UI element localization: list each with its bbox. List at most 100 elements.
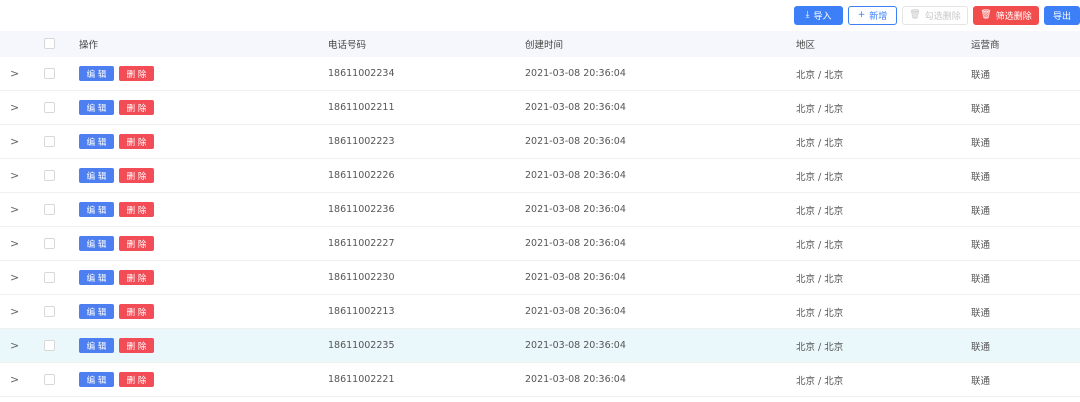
- cell-carrier: 联通: [971, 171, 991, 183]
- row-checkbox[interactable]: [44, 306, 55, 317]
- row-actions: 编 辑删 除: [79, 270, 154, 285]
- chevron-right-icon[interactable]: >: [10, 272, 20, 283]
- row-checkbox[interactable]: [44, 136, 55, 147]
- delete-button[interactable]: 删 除: [119, 338, 154, 353]
- data-table: 操作 电话号码 创建时间 地区 运营商 > 编 辑删 除 18611002234 20…: [0, 31, 1080, 397]
- cell-phone: 18611002221: [328, 374, 395, 385]
- row-actions: 编 辑删 除: [79, 66, 154, 81]
- edit-button[interactable]: 编 辑: [79, 372, 114, 387]
- cell-region: 北京 / 北京: [796, 375, 844, 387]
- header-region[interactable]: 地区: [796, 37, 815, 51]
- row-checkbox[interactable]: [44, 204, 55, 215]
- row-checkbox[interactable]: [44, 238, 55, 249]
- row-actions: 编 辑删 除: [79, 236, 154, 251]
- table-row[interactable]: > 编 辑删 除 18611002226 2021-03-08 20:36:04 北京 …: [0, 159, 1080, 193]
- delete-button[interactable]: 删 除: [119, 100, 154, 115]
- table-row[interactable]: > 编 辑删 除 18611002234 2021-03-08 20:36:04 北京 …: [0, 57, 1080, 91]
- cell-created: 2021-03-08 20:36:04: [525, 306, 626, 317]
- cell-carrier: 联通: [971, 137, 991, 149]
- delete-button[interactable]: 删 除: [119, 236, 154, 251]
- chevron-right-icon[interactable]: >: [10, 340, 20, 351]
- header-created[interactable]: 创建时间: [525, 37, 563, 51]
- row-actions: 编 辑删 除: [79, 372, 154, 387]
- table-row[interactable]: > 编 辑删 除 18611002227 2021-03-08 20:36:04 北京 …: [0, 227, 1080, 261]
- row-checkbox[interactable]: [44, 374, 55, 385]
- edit-button[interactable]: 编 辑: [79, 168, 114, 183]
- cell-created: 2021-03-08 20:36:04: [525, 238, 626, 249]
- cell-phone: 18611002226: [328, 170, 395, 181]
- cell-phone: 18611002235: [328, 340, 395, 351]
- export-button[interactable]: 导出: [1044, 6, 1080, 25]
- chevron-right-icon[interactable]: >: [10, 102, 20, 113]
- header-carrier[interactable]: 运营商: [971, 37, 1000, 51]
- table-row[interactable]: > 编 辑删 除 18611002223 2021-03-08 20:36:04 北京 …: [0, 125, 1080, 159]
- delete-button[interactable]: 删 除: [119, 66, 154, 81]
- cell-created: 2021-03-08 20:36:04: [525, 374, 626, 385]
- header-ops: 操作: [79, 40, 99, 51]
- chevron-right-icon[interactable]: >: [10, 306, 20, 317]
- row-checkbox[interactable]: [44, 68, 55, 79]
- row-actions: 编 辑删 除: [79, 100, 154, 115]
- select-all-checkbox[interactable]: [44, 38, 55, 49]
- checked-delete-button[interactable]: 🗑 勾选删除: [902, 6, 968, 25]
- table-row[interactable]: > 编 辑删 除 18611002213 2021-03-08 20:36:04 北京 …: [0, 295, 1080, 329]
- delete-button[interactable]: 删 除: [119, 168, 154, 183]
- chevron-right-icon[interactable]: >: [10, 374, 20, 385]
- table-row[interactable]: > 编 辑删 除 18611002235 2021-03-08 20:36:04 北京 …: [0, 329, 1080, 363]
- row-checkbox[interactable]: [44, 102, 55, 113]
- delete-button[interactable]: 删 除: [119, 304, 154, 319]
- delete-button[interactable]: 删 除: [119, 372, 154, 387]
- edit-button[interactable]: 编 辑: [79, 134, 114, 149]
- cell-phone: 18611002213: [328, 306, 395, 317]
- cell-region: 北京 / 北京: [796, 307, 844, 319]
- import-label: 导入: [813, 12, 832, 22]
- cell-created: 2021-03-08 20:36:04: [525, 340, 626, 351]
- edit-button[interactable]: 编 辑: [79, 202, 114, 217]
- table-row[interactable]: > 编 辑删 除 18611002211 2021-03-08 20:36:04 北京 …: [0, 91, 1080, 125]
- cell-carrier: 联通: [971, 103, 991, 115]
- header-phone[interactable]: 电话号码: [328, 37, 366, 51]
- table-body: > 编 辑删 除 18611002234 2021-03-08 20:36:04 北京 …: [0, 57, 1080, 397]
- plus-icon: +: [857, 10, 866, 20]
- cell-region: 北京 / 北京: [796, 137, 844, 149]
- toolbar: ⤓ 导入 + 新增 🗑 勾选删除 🗑 筛选删除 导出: [794, 6, 1080, 26]
- cell-region: 北京 / 北京: [796, 103, 844, 115]
- chevron-right-icon[interactable]: >: [10, 68, 20, 79]
- chevron-right-icon[interactable]: >: [10, 170, 20, 181]
- edit-button[interactable]: 编 辑: [79, 66, 114, 81]
- chevron-right-icon[interactable]: >: [10, 238, 20, 249]
- edit-button[interactable]: 编 辑: [79, 270, 114, 285]
- download-icon: ⤓: [805, 10, 810, 20]
- edit-button[interactable]: 编 辑: [79, 338, 114, 353]
- delete-button[interactable]: 删 除: [119, 202, 154, 217]
- cell-created: 2021-03-08 20:36:04: [525, 170, 626, 181]
- cell-created: 2021-03-08 20:36:04: [525, 102, 626, 113]
- table-row[interactable]: > 编 辑删 除 18611002236 2021-03-08 20:36:04 北京 …: [0, 193, 1080, 227]
- delete-button[interactable]: 删 除: [119, 134, 154, 149]
- cell-phone: 18611002230: [328, 272, 395, 283]
- export-label: 导出: [1053, 12, 1072, 22]
- cell-carrier: 联通: [971, 239, 991, 251]
- cell-carrier: 联通: [971, 273, 991, 285]
- edit-button[interactable]: 编 辑: [79, 100, 114, 115]
- cell-phone: 18611002223: [328, 136, 395, 147]
- row-checkbox[interactable]: [44, 340, 55, 351]
- row-checkbox[interactable]: [44, 272, 55, 283]
- edit-button[interactable]: 编 辑: [79, 236, 114, 251]
- add-button[interactable]: + 新增: [848, 6, 897, 25]
- cell-carrier: 联通: [971, 341, 991, 353]
- chevron-right-icon[interactable]: >: [10, 204, 20, 215]
- cell-created: 2021-03-08 20:36:04: [525, 204, 626, 215]
- filter-delete-button[interactable]: 🗑 筛选删除: [973, 6, 1039, 25]
- edit-button[interactable]: 编 辑: [79, 304, 114, 319]
- cell-created: 2021-03-08 20:36:04: [525, 136, 626, 147]
- row-checkbox[interactable]: [44, 170, 55, 181]
- cell-phone: 18611002227: [328, 238, 395, 249]
- import-button[interactable]: ⤓ 导入: [794, 6, 843, 25]
- cell-carrier: 联通: [971, 375, 991, 387]
- table-row[interactable]: > 编 辑删 除 18611002221 2021-03-08 20:36:04 北京 …: [0, 363, 1080, 397]
- chevron-right-icon[interactable]: >: [10, 136, 20, 147]
- delete-button[interactable]: 删 除: [119, 270, 154, 285]
- table-row[interactable]: > 编 辑删 除 18611002230 2021-03-08 20:36:04 北京 …: [0, 261, 1080, 295]
- add-label: 新增: [869, 12, 888, 22]
